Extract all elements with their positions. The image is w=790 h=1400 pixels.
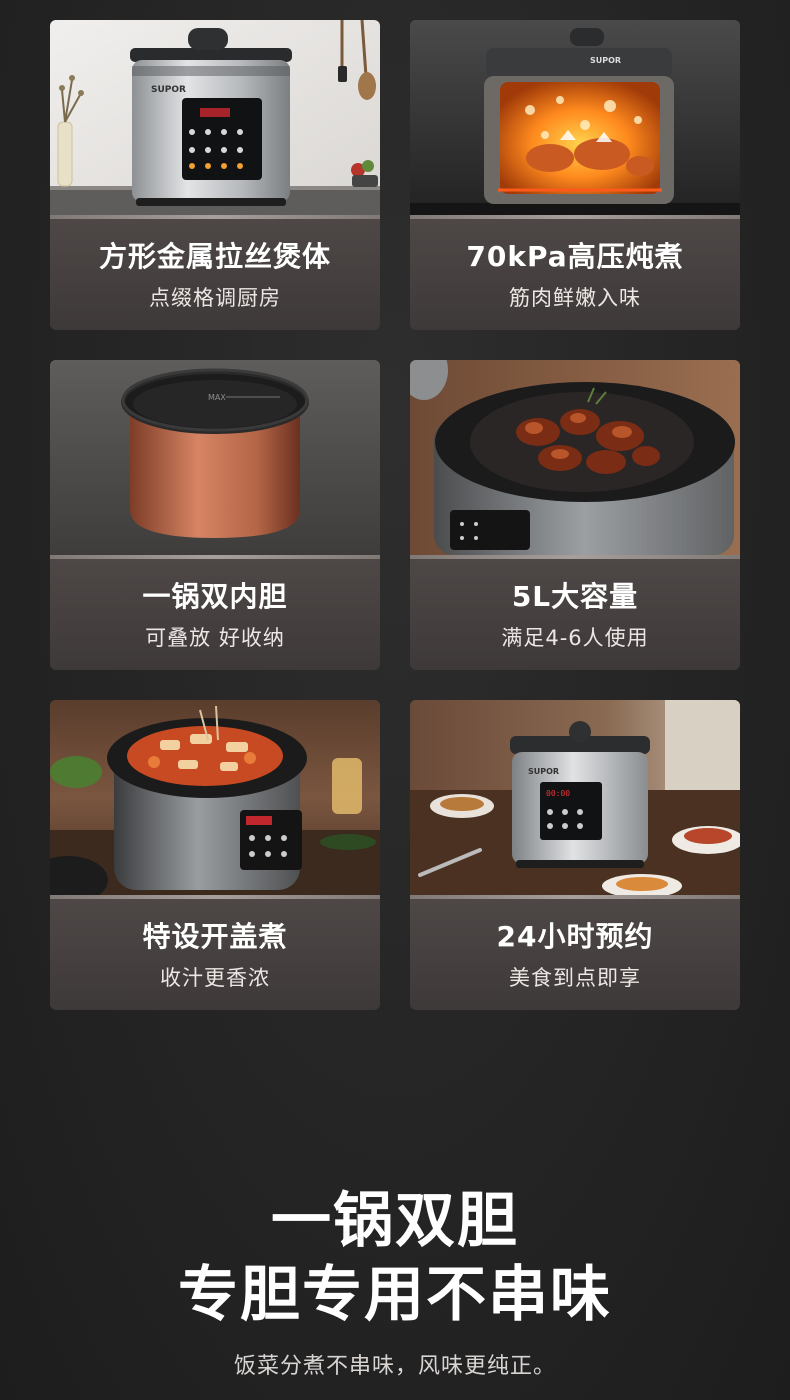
feature-title: 5L大容量 — [511, 580, 639, 613]
feature-card-metal-body: SUPOR 方形金属拉丝煲体 点缀格调厨房 — [50, 20, 380, 330]
brand-logo: SUPOR — [528, 767, 559, 776]
feature-subtitle: 美食到点即享 — [509, 966, 641, 990]
braised-meat-photo — [410, 360, 740, 555]
headline-line2: 专胆专用不串味 — [178, 1260, 612, 1330]
footer-caption: 饭菜分煮不串味，风味更纯正。 — [233, 1354, 556, 1379]
card-divider — [50, 895, 380, 899]
feature-card-reservation: SUPOR 00:00 24小时预约 美食到点即享 — [410, 700, 740, 1010]
card-divider — [410, 215, 740, 219]
brand-logo: SUPOR — [590, 56, 621, 65]
feature-subtitle: 可叠放 好收纳 — [145, 626, 285, 650]
feature-title: 方形金属拉丝煲体 — [98, 240, 331, 273]
max-mark: MAX — [208, 393, 226, 402]
feature-title: 70kPa高压炖煮 — [466, 240, 684, 273]
card-divider — [50, 215, 380, 219]
card-divider — [410, 895, 740, 899]
card-divider — [410, 555, 740, 559]
feature-card-double-pot: MAX 一锅双内胆 可叠放 好收纳 — [50, 360, 380, 670]
feature-card-pressure: SUPOR 70kPa高压炖煮 筋肉鲜嫩入味 — [410, 20, 740, 330]
inner-pot-photo: MAX — [50, 360, 380, 555]
brand-logo: SUPOR — [151, 85, 186, 95]
feature-subtitle: 满足4-6人使用 — [501, 626, 649, 650]
kitchen-cooker-photo: SUPOR — [50, 20, 380, 215]
display-readout: 00:00 — [546, 789, 570, 798]
feature-title: 一锅双内胆 — [142, 580, 288, 613]
feature-card-capacity: 5L大容量 满足4-6人使用 — [410, 360, 740, 670]
pressure-cooking-photo: SUPOR — [410, 20, 740, 215]
dining-table-photo: SUPOR 00:00 — [410, 700, 740, 895]
feature-subtitle: 收汁更香浓 — [160, 966, 270, 990]
card-divider — [50, 555, 380, 559]
feature-subtitle: 点缀格调厨房 — [149, 286, 281, 310]
feature-title: 24小时预约 — [496, 920, 654, 953]
feature-title: 特设开盖煮 — [142, 920, 288, 953]
open-lid-hotpot-photo — [50, 700, 380, 895]
feature-subtitle: 筋肉鲜嫩入味 — [509, 286, 641, 310]
feature-card-open-lid: 特设开盖煮 收汁更香浓 — [50, 700, 380, 1010]
